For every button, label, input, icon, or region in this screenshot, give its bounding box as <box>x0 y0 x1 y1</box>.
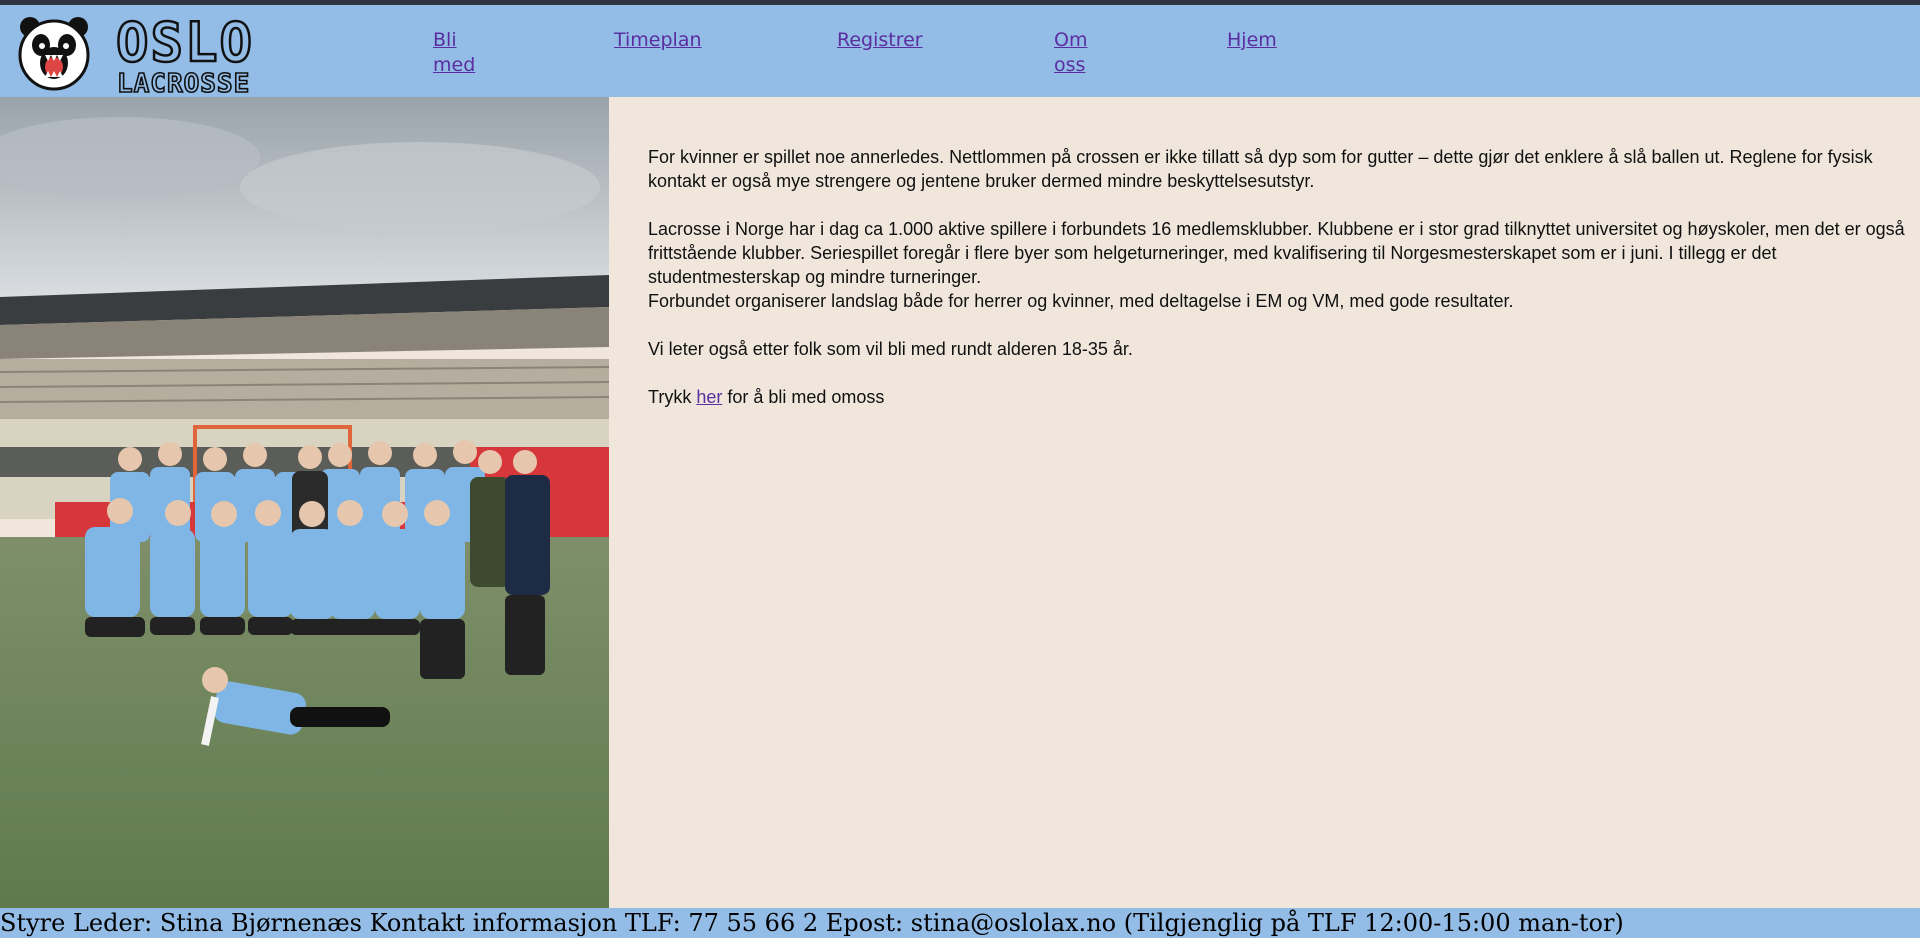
paragraph-line: Lacrosse i Norge har i dag ca 1.000 akti… <box>648 219 1905 239</box>
paragraph-line: studentmesterskap og mindre turneringer. <box>648 267 982 287</box>
logo-text-oslo: OSLO <box>116 13 254 74</box>
join-link-her[interactable]: her <box>696 387 722 407</box>
paragraph-line: kontakt er også mye strengere og jentene… <box>648 171 1315 191</box>
panda-icon <box>18 17 90 91</box>
paragraph-line: Vi leter også etter folk som vil bli med… <box>648 339 1133 359</box>
site-logo[interactable]: OSLO LACROSSE <box>14 13 264 95</box>
nav-label-line2: med <box>433 54 476 76</box>
footer-contact-text: Styre Leder: Stina Bjørnenæs Kontakt inf… <box>0 909 1624 937</box>
nav-label-line2: oss <box>1054 54 1086 76</box>
nav-link-bli-med[interactable]: Bli med <box>433 28 475 78</box>
paragraph-recruiting: Vi leter også etter folk som vil bli med… <box>648 337 1920 361</box>
site-footer: Styre Leder: Stina Bjørnenæs Kontakt inf… <box>0 908 1920 938</box>
paragraph-line: Forbundet organiserer landslag både for … <box>648 291 1514 311</box>
nav-label-line1: Timeplan <box>614 29 702 51</box>
paragraph-line: frittstående klubber. Seriespillet foreg… <box>648 243 1777 263</box>
nav-link-hjem[interactable]: Hjem <box>1227 28 1277 53</box>
join-text-before: Trykk <box>648 387 697 407</box>
paragraph-women-rules: For kvinner er spillet noe annerledes. N… <box>648 145 1920 193</box>
paragraph-line: For kvinner er spillet noe annerledes. N… <box>648 147 1873 167</box>
nav-link-om-oss[interactable]: Om oss <box>1054 28 1087 78</box>
team-photo <box>0 97 609 908</box>
paragraph-lacrosse-norway: Lacrosse i Norge har i dag ca 1.000 akti… <box>648 217 1920 313</box>
nav-label-line1: Registrer <box>837 29 923 51</box>
nav-label-line1: Om <box>1054 29 1088 51</box>
logo-text-lacrosse: LACROSSE <box>117 69 250 95</box>
main-content: For kvinner er spillet noe annerledes. N… <box>648 145 1920 433</box>
nav-label-line1: Hjem <box>1227 29 1277 51</box>
paragraph-join: Trykk her for å bli med omoss <box>648 385 1920 409</box>
nav-label-line1: Bli <box>433 29 457 51</box>
site-header: OSLO LACROSSE Bli med Timeplan Registrer… <box>0 5 1920 97</box>
nav-link-timeplan[interactable]: Timeplan <box>614 28 702 53</box>
join-text-after: for å bli med omoss <box>722 387 885 407</box>
nav-link-registrer[interactable]: Registrer <box>837 28 923 53</box>
